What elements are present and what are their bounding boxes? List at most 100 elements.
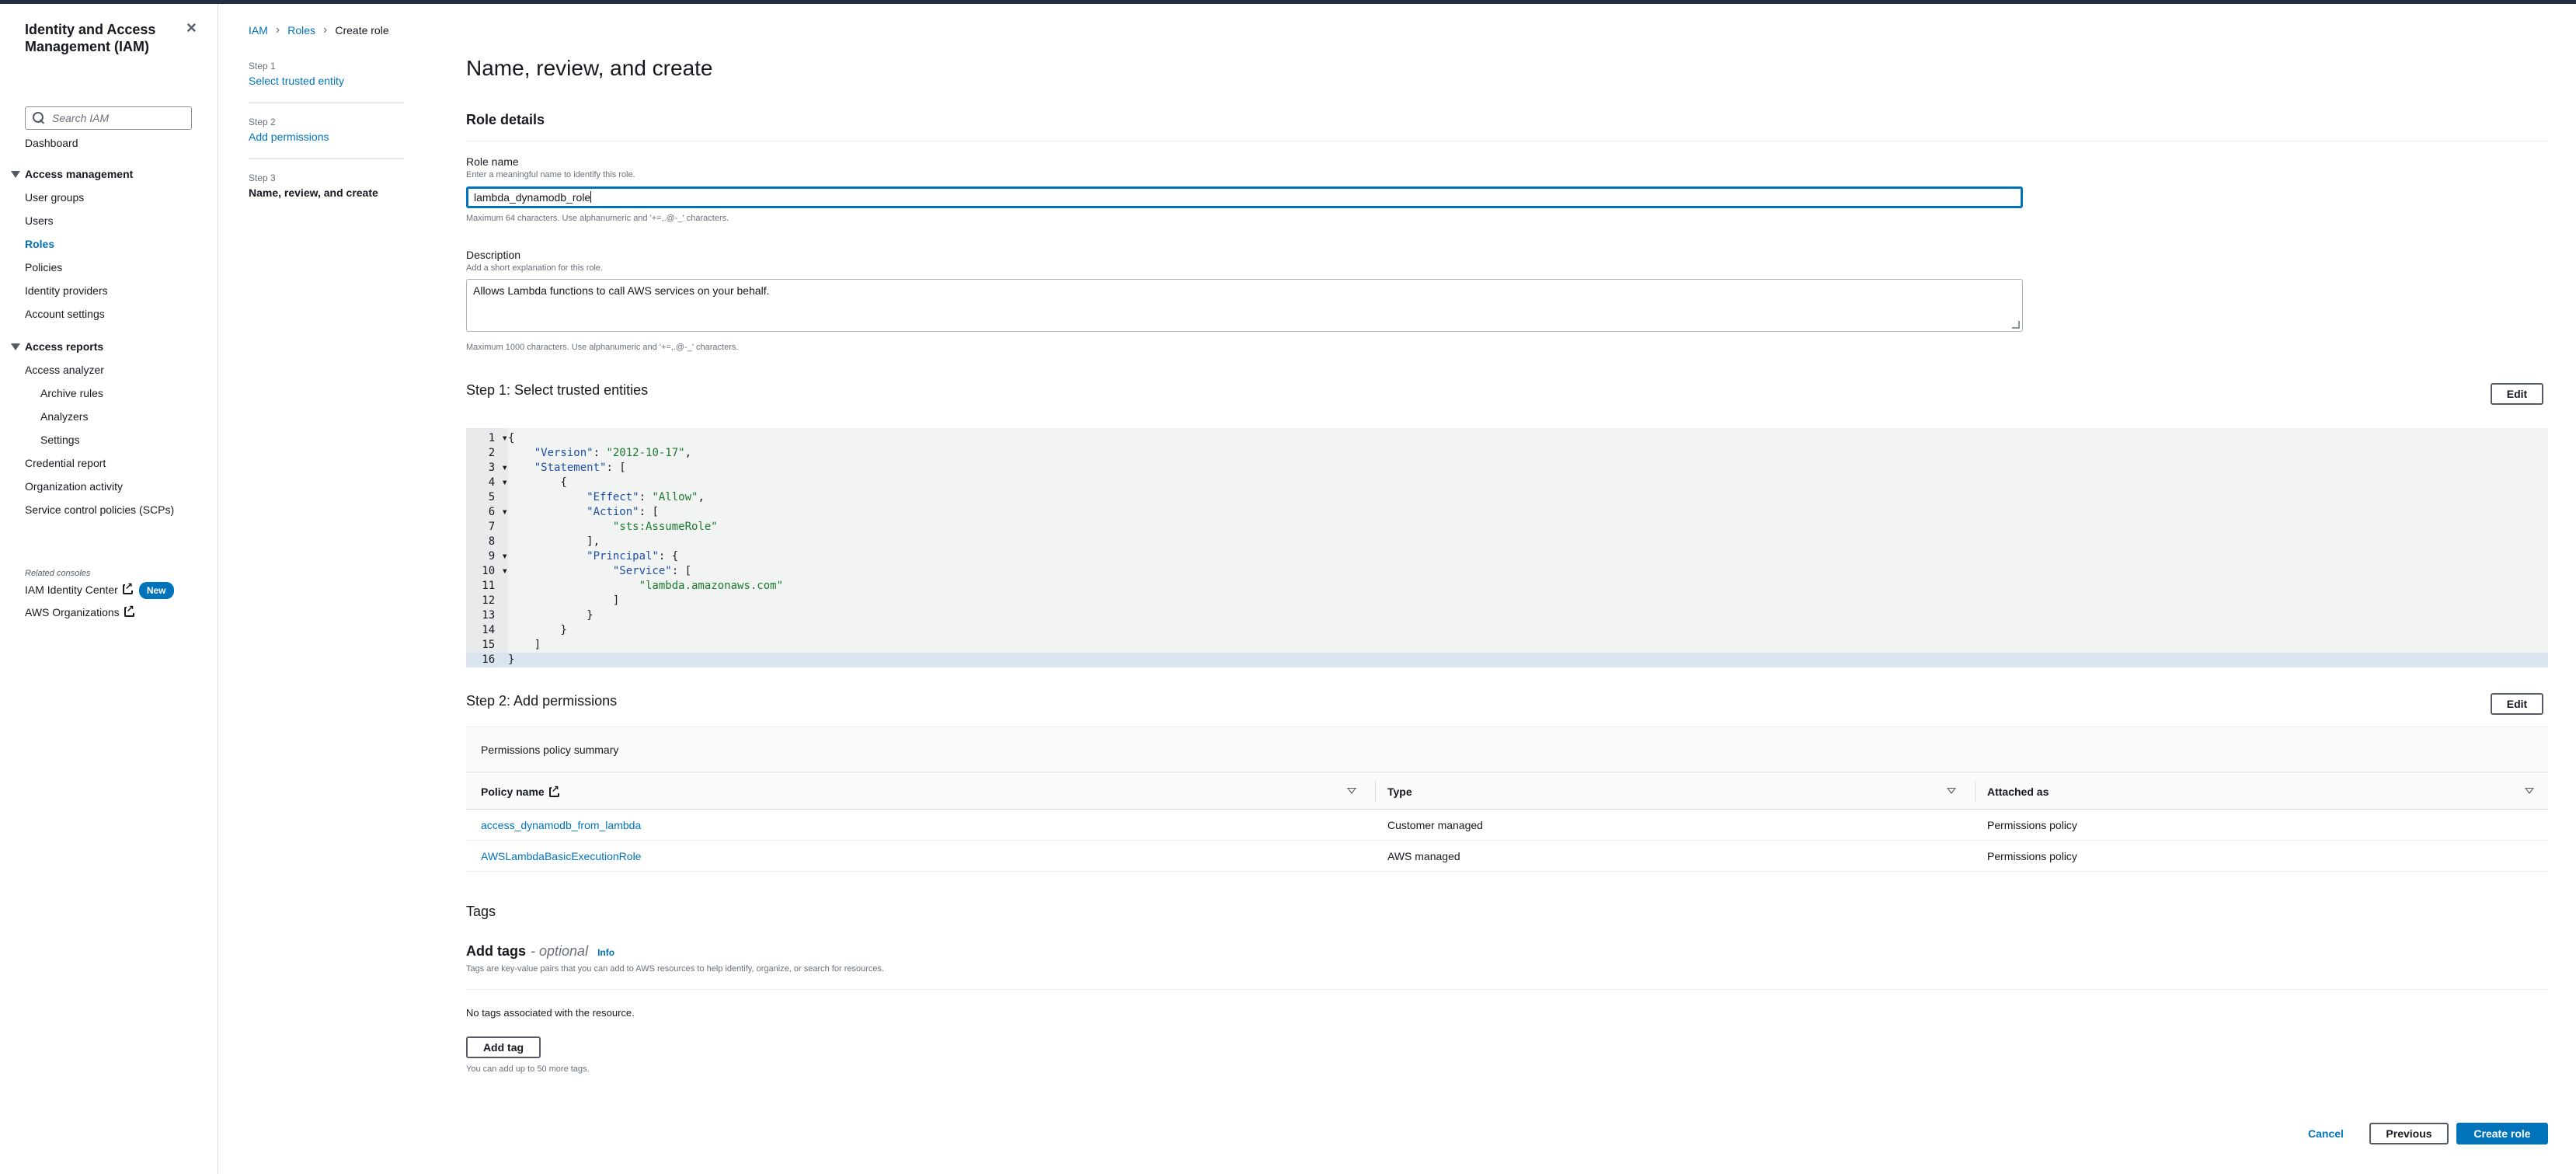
line-number: 4 ▾ — [488, 476, 508, 489]
nav-access-analyzer[interactable]: Access analyzer — [25, 363, 104, 377]
column-policy-name[interactable]: Policy name — [481, 773, 559, 810]
nav-aws-organizations[interactable]: AWS Organizations — [25, 604, 134, 619]
cancel-button[interactable]: Cancel — [2301, 1123, 2351, 1144]
nav-credential-report[interactable]: Credential report — [25, 456, 106, 470]
nav-users[interactable]: Users — [25, 214, 54, 228]
role-name-label: Role name — [466, 155, 519, 168]
step2-heading: Step 2: Add permissions — [466, 693, 618, 709]
code-line[interactable]: 12 ] — [466, 594, 2548, 608]
nav-section-access-reports[interactable]: Access reports — [11, 340, 103, 354]
role-details-heading: Role details — [466, 112, 545, 127]
role-name-hint: Maximum 64 characters. Use alphanumeric … — [466, 214, 729, 223]
code-line[interactable]: 14 } — [466, 623, 2548, 638]
line-number: 10 ▾ — [482, 565, 508, 577]
sort-icon[interactable] — [1347, 788, 1356, 794]
info-link[interactable]: Info — [597, 947, 614, 958]
sort-icon[interactable] — [1947, 788, 1956, 794]
policy-name-link[interactable]: access_dynamodb_from_lambda — [481, 810, 641, 841]
search-input[interactable]: Search IAM — [25, 106, 192, 130]
policy-name-link[interactable]: AWSLambdaBasicExecutionRole — [481, 841, 641, 872]
nav-title[interactable]: Identity and Access Management (IAM) — [25, 21, 180, 55]
trust-policy-code-editor: 1 ▾{2 "Version": "2012-10-17", 3 ▾ "State… — [466, 428, 2548, 667]
external-link-icon — [548, 783, 559, 797]
wizard-step-1-link[interactable]: Select trusted entity — [249, 75, 344, 87]
nav-identity-providers[interactable]: Identity providers — [25, 284, 108, 298]
description-textarea[interactable]: Allows Lambda functions to call AWS serv… — [466, 279, 2023, 332]
code-line[interactable]: 2 "Version": "2012-10-17", — [466, 446, 2548, 461]
code-line[interactable]: 13 } — [466, 608, 2548, 623]
add-tags-heading: Add tags - optional Info — [466, 943, 614, 960]
code-text: } — [508, 609, 594, 622]
nav-analyzers[interactable]: Analyzers — [40, 409, 88, 423]
breadcrumb-roles[interactable]: Roles — [287, 24, 315, 37]
code-text: } — [508, 624, 567, 636]
resize-handle-icon[interactable] — [2012, 321, 2020, 329]
code-line[interactable]: 8 ], — [466, 535, 2548, 549]
code-line[interactable]: 1 ▾{ — [466, 431, 2548, 446]
previous-button[interactable]: Previous — [2369, 1123, 2449, 1144]
code-text: } — [508, 653, 515, 666]
column-type[interactable]: Type — [1387, 773, 1412, 810]
nav-archive-rules[interactable]: Archive rules — [40, 386, 103, 400]
code-line[interactable]: 5 "Effect": "Allow", — [466, 490, 2548, 505]
table-row: AWSLambdaBasicExecutionRole AWS managed … — [466, 841, 2548, 872]
close-icon[interactable]: × — [186, 19, 197, 37]
code-line[interactable]: 15 ] — [466, 638, 2548, 653]
nav-scps[interactable]: Service control policies (SCPs) — [25, 503, 174, 517]
line-number: 13 — [482, 609, 508, 622]
sort-icon[interactable] — [2525, 788, 2534, 794]
policy-attached-as: Permissions policy — [1987, 819, 2077, 831]
code-text: "Statement": [ — [534, 462, 626, 474]
nav-dashboard[interactable]: Dashboard — [25, 136, 78, 150]
code-text: "Principal": { — [587, 550, 679, 563]
code-text: "sts:AssumeRole" — [612, 521, 718, 533]
description-hint: Maximum 1000 characters. Use alphanumeri… — [466, 343, 739, 352]
external-link-icon — [122, 581, 133, 594]
code-line[interactable]: 16 } — [466, 653, 2548, 667]
nav-section-access-management[interactable]: Access management — [11, 167, 133, 181]
code-text: "Version": "2012-10-17", — [534, 447, 692, 459]
wizard-step-2-link[interactable]: Add permissions — [249, 131, 329, 143]
add-tags-title: Add tags — [466, 943, 527, 959]
line-number: 3 ▾ — [488, 462, 508, 474]
chevron-right-icon: › — [323, 23, 328, 37]
code-text: ], — [508, 535, 600, 548]
step1-edit-button[interactable]: Edit — [2491, 383, 2543, 405]
page-title: Name, review, and create — [466, 56, 713, 80]
breadcrumb-iam[interactable]: IAM — [249, 24, 268, 37]
step1-heading: Step 1: Select trusted entities — [466, 382, 649, 398]
code-line[interactable]: 4 ▾ { — [466, 476, 2548, 490]
code-text: ] — [508, 594, 620, 607]
nav-section-label: Access reports — [25, 340, 104, 353]
line-number: 1 ▾ — [488, 432, 508, 444]
policy-type: AWS managed — [1387, 850, 1460, 862]
external-link-icon — [124, 604, 134, 617]
nav-user-groups[interactable]: User groups — [25, 190, 84, 204]
nav-settings[interactable]: Settings — [40, 433, 80, 447]
role-name-input[interactable]: lambda_dynamodb_role — [466, 186, 2023, 208]
code-line[interactable]: 10 ▾ "Service": [ — [466, 564, 2548, 579]
create-role-button[interactable]: Create role — [2456, 1123, 2548, 1144]
nav-roles[interactable]: Roles — [25, 237, 54, 251]
column-divider — [1975, 781, 1976, 803]
line-number: 5 — [488, 491, 508, 503]
nav-organization-activity[interactable]: Organization activity — [25, 479, 123, 493]
nav-account-settings[interactable]: Account settings — [25, 307, 105, 321]
code-text: "lambda.amazonaws.com" — [639, 580, 784, 592]
text-cursor — [590, 191, 592, 203]
divider — [466, 989, 2548, 990]
add-tag-button[interactable]: Add tag — [466, 1036, 541, 1058]
nav-policies[interactable]: Policies — [25, 260, 62, 274]
step2-edit-button[interactable]: Edit — [2491, 693, 2543, 715]
code-line[interactable]: 3 ▾ "Statement": [ — [466, 461, 2548, 476]
column-attached-as[interactable]: Attached as — [1987, 773, 2049, 810]
nav-iam-identity-center[interactable]: IAM Identity Center New — [25, 581, 174, 599]
line-number: 7 — [488, 521, 508, 533]
code-line[interactable]: 7 "sts:AssumeRole" — [466, 520, 2548, 535]
code-line[interactable]: 6 ▾ "Action": [ — [466, 505, 2548, 520]
line-number: 11 — [482, 580, 508, 592]
code-line[interactable]: 11 "lambda.amazonaws.com" — [466, 579, 2548, 594]
code-line[interactable]: 9 ▾ "Principal": { — [466, 549, 2548, 564]
wizard-step-3-current: Name, review, and create — [249, 186, 378, 199]
side-navigation: Identity and Access Management (IAM) × S… — [0, 4, 218, 1174]
